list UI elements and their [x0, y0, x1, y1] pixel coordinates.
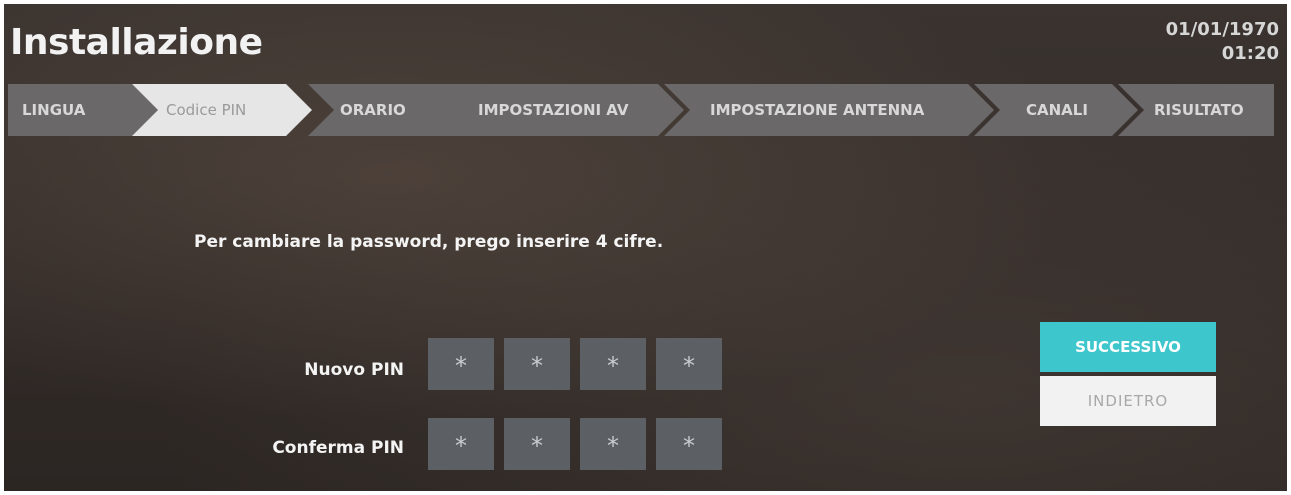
step-codice-pin[interactable]: Codice PIN	[132, 84, 312, 136]
new-pin-label: Nuovo PIN	[304, 360, 404, 380]
page-title: Installazione	[10, 22, 263, 63]
new-pin-digit-1[interactable]: *	[428, 338, 494, 390]
step-impostazione-antenna[interactable]: IMPOSTAZIONE ANTENNA	[664, 84, 994, 136]
confirm-pin-digit-4[interactable]: *	[656, 418, 722, 470]
pin-instructions: Per cambiare la password, prego inserire…	[194, 232, 664, 252]
step-label: LINGUA	[22, 101, 86, 119]
time-display: 01:20	[1221, 43, 1279, 64]
confirm-pin-digit-2[interactable]: *	[504, 418, 570, 470]
next-button[interactable]: SUCCESSIVO	[1040, 322, 1216, 372]
confirm-pin-digit-3[interactable]: *	[580, 418, 646, 470]
step-label: CANALI	[1026, 101, 1088, 119]
date-display: 01/01/1970	[1165, 19, 1279, 40]
wizard-steps: LINGUA Codice PIN ORARIO IMPOSTAZIONI AV…	[8, 84, 1274, 136]
step-canali[interactable]: CANALI	[974, 84, 1138, 136]
step-label: RISULTATO	[1154, 101, 1244, 119]
step-label: ORARIO	[340, 101, 406, 119]
step-lingua[interactable]: LINGUA	[8, 84, 158, 136]
installation-screen: Installazione 01/01/1970 01:20 LINGUA Co…	[4, 4, 1287, 491]
clock: 01/01/1970 01:20	[1166, 18, 1279, 66]
confirm-pin-digit-1[interactable]: *	[428, 418, 494, 470]
new-pin-digit-2[interactable]: *	[504, 338, 570, 390]
back-button[interactable]: INDIETRO	[1040, 376, 1216, 426]
step-label: Codice PIN	[166, 101, 247, 119]
new-pin-digit-3[interactable]: *	[580, 338, 646, 390]
step-risultato[interactable]: RISULTATO	[1118, 84, 1274, 136]
step-label: IMPOSTAZIONE ANTENNA	[710, 101, 925, 119]
confirm-pin-label: Conferma PIN	[272, 438, 404, 458]
new-pin-digit-4[interactable]: *	[656, 338, 722, 390]
step-orario[interactable]: ORARIO	[308, 84, 458, 136]
step-label: IMPOSTAZIONI AV	[478, 101, 629, 119]
step-impostazioni-av[interactable]: IMPOSTAZIONI AV	[430, 84, 684, 136]
